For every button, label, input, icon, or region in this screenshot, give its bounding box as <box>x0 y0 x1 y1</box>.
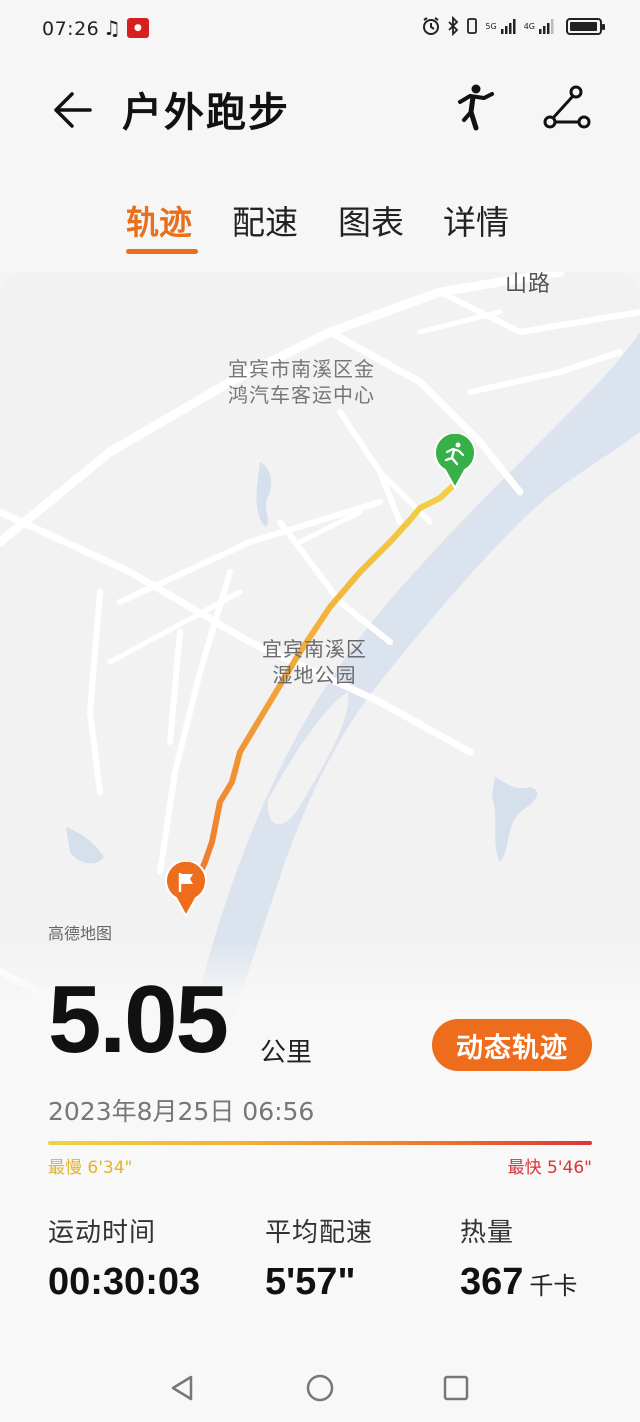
status-time: 07:26 <box>42 18 100 40</box>
vibrate-icon <box>467 18 478 34</box>
tab-bar: 轨迹 配速 图表 详情 <box>0 162 640 272</box>
start-marker[interactable] <box>433 434 477 490</box>
distance-value: 5.05 <box>48 966 229 1073</box>
system-nav-bar <box>0 1350 640 1422</box>
arrow-left-icon <box>54 92 92 128</box>
runner-pose-icon <box>458 84 494 131</box>
slowest-pace-label: 最慢 6'34" <box>48 1158 133 1178</box>
stat-calories: 热量 367 千卡 <box>460 1212 577 1304</box>
music-note-icon: ♫ <box>103 16 121 40</box>
pond-3 <box>492 777 538 862</box>
nav-back-button[interactable] <box>162 1368 202 1408</box>
tab-details[interactable]: 详情 <box>443 196 509 244</box>
stat-unit: 千卡 <box>529 1272 578 1300</box>
app-header: 户外跑步 <box>0 62 640 162</box>
map-label-bus-station: 宜宾市南溪区金 鸿汽车客运中心 <box>228 357 375 407</box>
nav-home-button[interactable] <box>300 1368 340 1408</box>
stat-label: 平均配速 <box>265 1218 374 1248</box>
dynamic-track-button[interactable]: 动态轨迹 <box>432 1019 592 1071</box>
signal-4g-icon <box>539 19 554 34</box>
back-triangle-icon <box>171 1375 193 1401</box>
status-bar: 07:26 ♫ ● 5G 4G <box>0 0 640 62</box>
tab-charts[interactable]: 图表 <box>338 196 404 244</box>
recents-square-icon <box>443 1375 469 1401</box>
river-island <box>267 692 349 825</box>
end-marker[interactable] <box>164 862 208 918</box>
stat-value: 367 千卡 <box>460 1261 578 1303</box>
fastest-pace-label: 最快 5'46" <box>507 1158 592 1178</box>
workout-date: 2023年8月25日 06:56 <box>48 1097 315 1126</box>
stat-duration: 运动时间 00:30:03 <box>48 1212 200 1304</box>
battery-icon <box>566 17 605 35</box>
bluetooth-icon <box>448 16 459 36</box>
back-button[interactable] <box>46 84 98 136</box>
stat-value: 5'57" <box>265 1261 356 1303</box>
page-title: 户外跑步 <box>122 90 290 136</box>
share-route-icon <box>543 85 591 129</box>
status-left-icons: ♫ ● <box>103 17 149 39</box>
tab-active-indicator <box>126 249 198 254</box>
runner-pose-button[interactable] <box>446 82 498 134</box>
stat-label: 运动时间 <box>48 1218 157 1248</box>
distance-unit: 公里 <box>260 1038 313 1068</box>
tab-track[interactable]: 轨迹 <box>126 196 192 244</box>
stat-label: 热量 <box>460 1218 515 1248</box>
nav-recents-button[interactable] <box>436 1368 476 1408</box>
network-4g-label: 4G <box>523 21 535 31</box>
map-label-road: 山路 <box>505 272 552 297</box>
pond-1 <box>256 462 272 527</box>
stat-value: 00:30:03 <box>48 1261 201 1303</box>
app-badge-icon: ● <box>126 18 149 38</box>
alarm-icon <box>423 17 440 35</box>
home-circle-icon <box>306 1374 334 1402</box>
pace-gradient-bar <box>48 1141 592 1145</box>
map-label-wetland-park: 宜宾南溪区 湿地公园 <box>262 637 367 687</box>
signal-5g-icon <box>500 19 516 34</box>
tab-pace[interactable]: 配速 <box>232 196 298 244</box>
stat-avg-pace: 平均配速 5'57" <box>265 1212 373 1304</box>
share-route-button[interactable] <box>540 82 594 136</box>
network-5g-label: 5G <box>485 21 497 31</box>
status-right-icons: 5G 4G <box>421 16 605 36</box>
pond-2 <box>66 827 104 864</box>
